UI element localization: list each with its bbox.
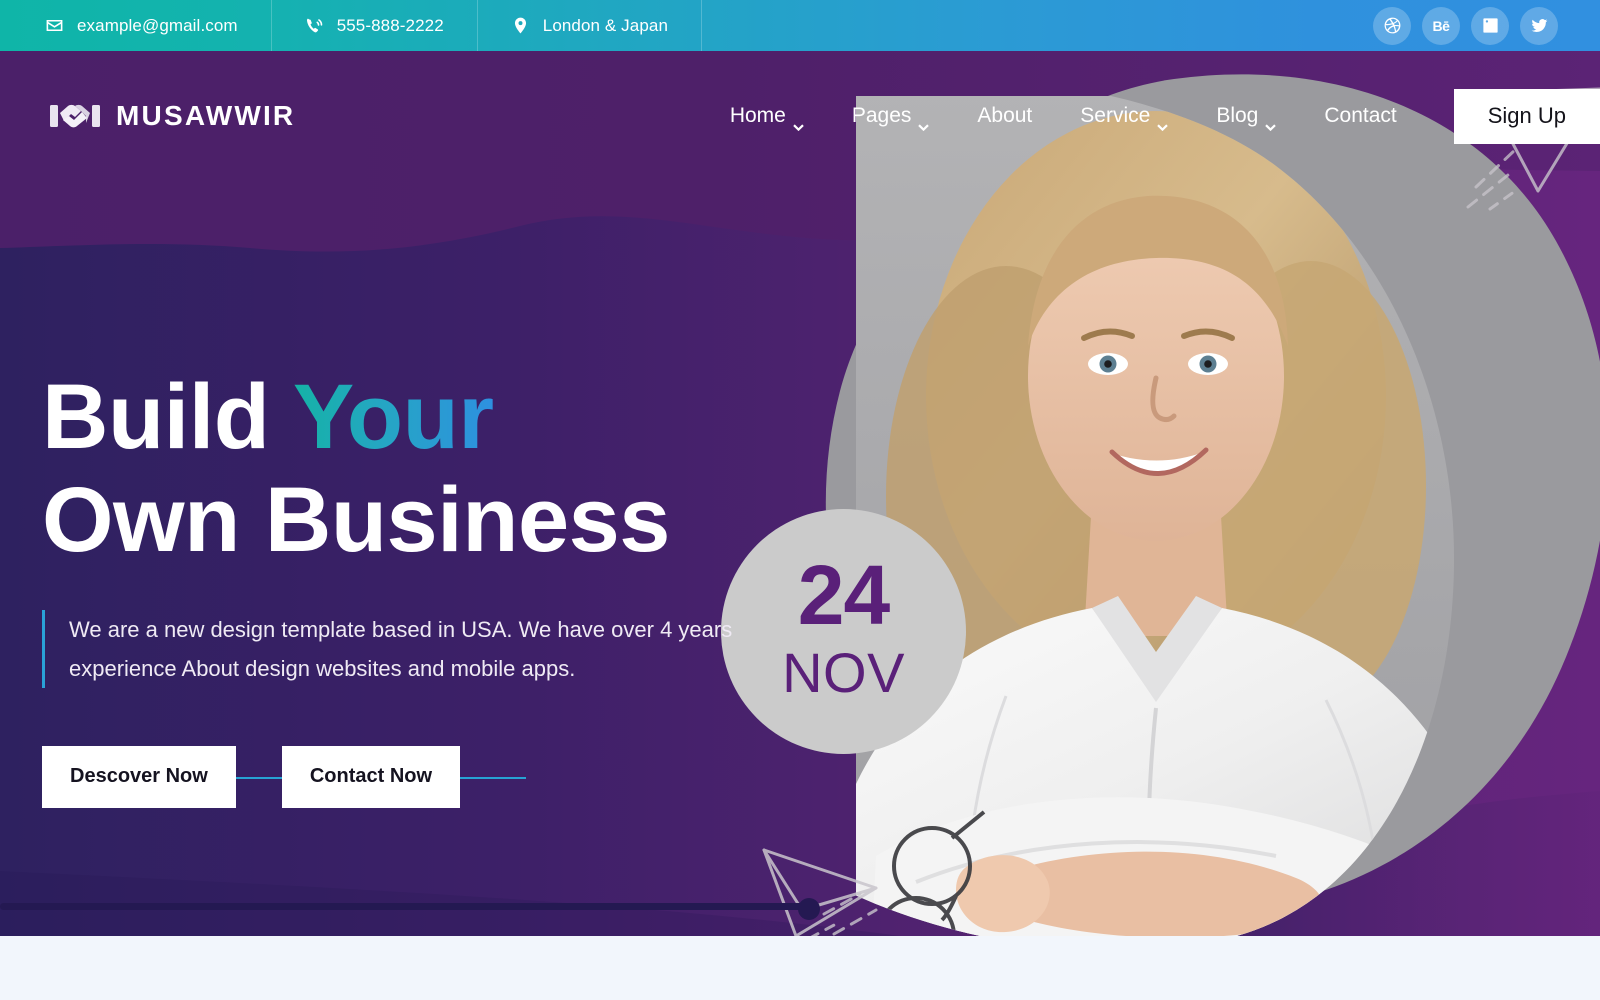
chevron-down-icon — [793, 113, 804, 131]
contact-email-label: example@gmail.com — [77, 15, 238, 35]
slider-track — [0, 903, 812, 910]
hero-description: We are a new design template based in US… — [42, 610, 832, 689]
nav-label-service: Service — [1080, 104, 1151, 127]
contact-location-label: London & Japan — [542, 15, 668, 35]
linkedin-icon[interactable] — [1471, 6, 1509, 45]
hero-slider-progress[interactable] — [0, 898, 1600, 920]
hero-image-container — [744, 51, 1600, 936]
twitter-icon[interactable] — [1520, 6, 1558, 45]
nav-label-pages: Pages — [851, 104, 912, 127]
logo-text: MUSAWWIR — [116, 100, 296, 131]
landing-page: example@gmail.com 555-888-2222 London & … — [0, 0, 1600, 1000]
nav-item-blog[interactable]: Blog — [1192, 104, 1300, 131]
contact-accent-line — [460, 777, 527, 780]
contact-phone[interactable]: 555-888-2222 — [272, 0, 478, 51]
map-pin-icon — [511, 16, 530, 35]
signup-wrapper: Sign Up — [1453, 87, 1600, 210]
contact-now-wrapper: Contact Now — [281, 746, 527, 809]
phone-volume-icon — [305, 16, 324, 35]
contact-now-button[interactable]: Contact Now — [281, 746, 461, 809]
nav-item-home[interactable]: Home — [706, 104, 828, 131]
site-logo[interactable]: MUSAWWIR — [50, 99, 295, 133]
site-header: MUSAWWIR Home Pages About Service Blog C… — [0, 51, 1600, 210]
hero-section: Build Your Own Business We are a new des… — [0, 51, 1600, 936]
headline-part-2: Own Business — [42, 469, 670, 572]
page-bottom-strip — [0, 936, 1600, 1000]
nav-item-contact[interactable]: Contact — [1300, 104, 1420, 128]
chevron-down-icon — [1157, 113, 1169, 131]
handshake-icon — [50, 99, 100, 133]
slider-handle[interactable] — [798, 898, 820, 920]
behance-icon[interactable]: Bē — [1422, 6, 1460, 45]
dribbble-icon[interactable] — [1373, 6, 1411, 45]
contact-info-group: example@gmail.com 555-888-2222 London & … — [0, 0, 702, 51]
signup-button[interactable]: Sign Up — [1453, 88, 1600, 144]
nav-item-about[interactable]: About — [953, 104, 1056, 128]
hero-cta-row: Descover Now Contact Now — [42, 746, 862, 809]
chevron-down-icon — [918, 113, 930, 131]
paper-plane-icon — [750, 826, 900, 936]
social-links-group: Bē — [1373, 6, 1600, 45]
behance-label: Bē — [1432, 17, 1450, 34]
nav-label-home: Home — [729, 104, 786, 127]
contact-phone-label: 555-888-2222 — [336, 15, 444, 35]
nav-label-about: About — [977, 104, 1033, 127]
headline-highlight: Your — [292, 366, 494, 468]
contact-email[interactable]: example@gmail.com — [0, 0, 272, 51]
main-navigation: Home Pages About Service Blog Contact Si… — [706, 87, 1600, 210]
discover-now-button[interactable]: Descover Now — [42, 746, 236, 809]
nav-label-contact: Contact — [1324, 104, 1397, 127]
hero-portrait-photo — [856, 96, 1600, 936]
discover-now-wrapper: Descover Now — [42, 746, 302, 809]
nav-label-blog: Blog — [1216, 104, 1259, 127]
nav-item-service[interactable]: Service — [1056, 104, 1192, 131]
page-title: Build Your Own Business — [42, 366, 862, 572]
chevron-down-icon — [1265, 113, 1277, 131]
nav-item-pages[interactable]: Pages — [828, 104, 954, 131]
top-info-bar: example@gmail.com 555-888-2222 London & … — [0, 0, 1600, 51]
envelope-icon — [45, 16, 64, 35]
contact-location[interactable]: London & Japan — [478, 0, 702, 51]
hero-content: Build Your Own Business We are a new des… — [42, 366, 862, 809]
headline-part-1: Build — [42, 366, 293, 468]
